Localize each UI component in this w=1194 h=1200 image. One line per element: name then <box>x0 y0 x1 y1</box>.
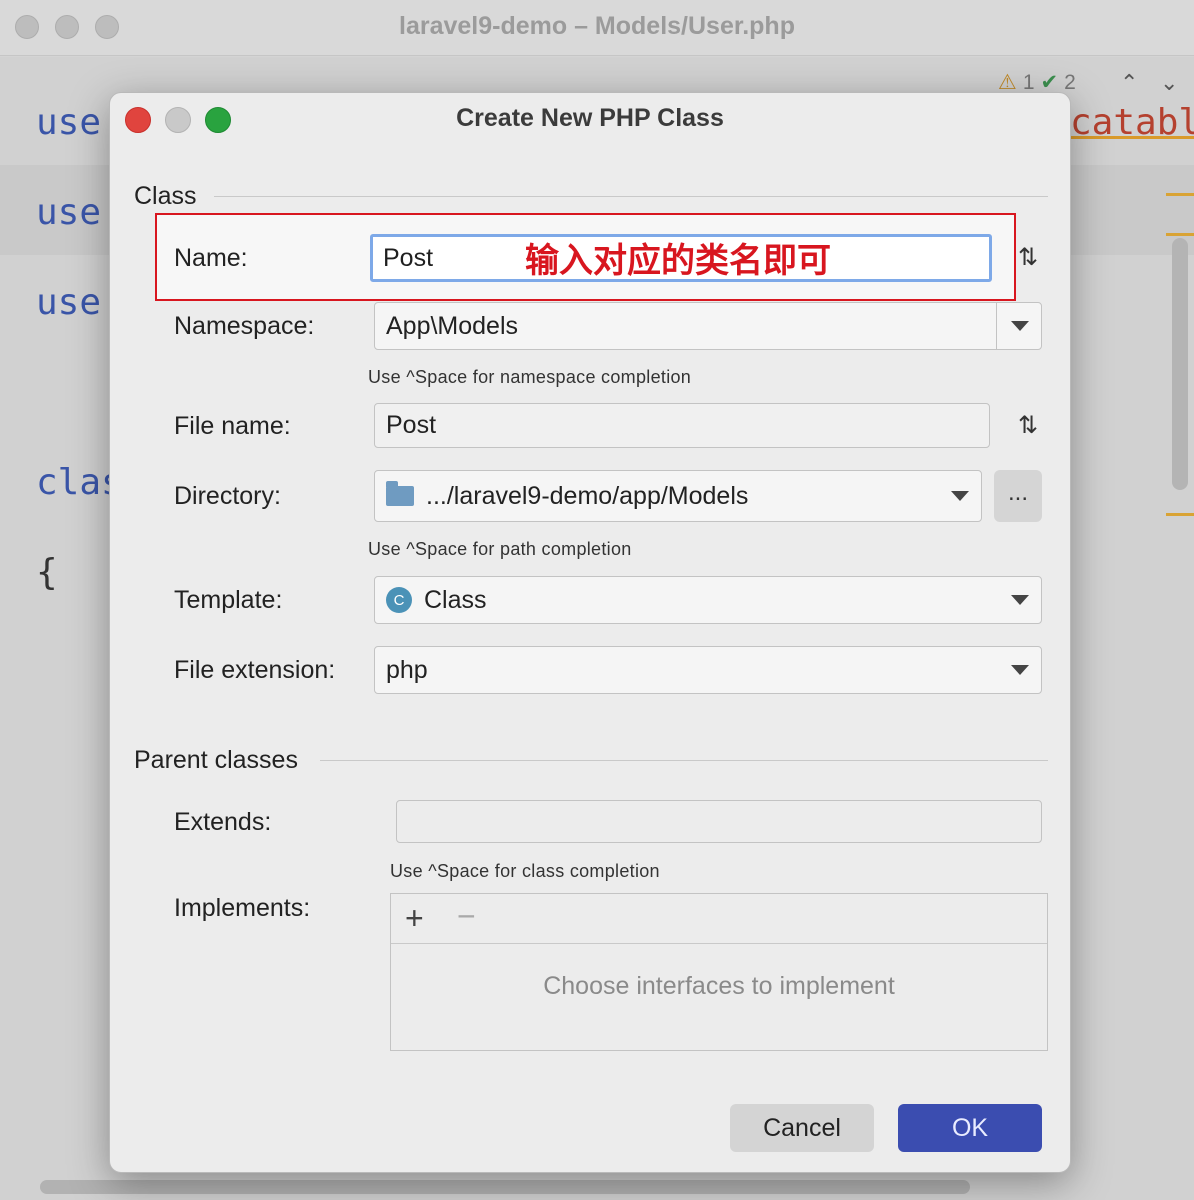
section-parent-heading: Parent classes <box>134 746 298 774</box>
extension-label: File extension: <box>174 656 336 684</box>
swap-case-icon[interactable]: ⇅ <box>1018 411 1038 440</box>
template-value: Class <box>424 585 487 614</box>
code-line: use <box>36 102 102 143</box>
implements-list[interactable]: + − Choose interfaces to implement <box>390 893 1048 1051</box>
namespace-label: Namespace: <box>174 312 315 340</box>
folder-icon <box>386 481 414 506</box>
extends-input[interactable] <box>396 800 1042 843</box>
add-icon[interactable]: + <box>405 900 424 937</box>
browse-directory-button[interactable]: ... <box>994 470 1042 522</box>
annotation-text: 输入对应的类名即可 <box>525 242 831 280</box>
chevron-up-icon[interactable]: ⌃ <box>1120 70 1138 96</box>
class-hint: Use ^Space for class completion <box>390 861 660 881</box>
warning-count: 1 <box>1022 70 1035 94</box>
section-class-heading: Class <box>134 182 197 210</box>
filename-value: Post <box>386 411 437 439</box>
class-icon: C <box>386 587 412 613</box>
chevron-down-icon[interactable] <box>1011 321 1029 331</box>
implements-label: Implements: <box>174 894 311 922</box>
code-line: use <box>36 192 102 233</box>
implements-empty-text: Choose interfaces to implement <box>543 972 895 1000</box>
chevron-down-icon[interactable] <box>1011 665 1029 675</box>
extension-select[interactable]: php <box>374 646 1042 694</box>
dialog-title: Create New PHP Class <box>456 104 724 132</box>
section-divider <box>214 196 1048 197</box>
ok-count: 2 <box>1064 70 1076 94</box>
chevron-down-icon[interactable] <box>1011 595 1029 605</box>
extension-value: php <box>386 655 428 684</box>
warning-stripe[interactable] <box>1166 513 1194 516</box>
filename-label: File name: <box>174 412 291 440</box>
directory-combo[interactable]: .../laravel9-demo/app/Models <box>374 470 982 522</box>
ide-titlebar: laravel9-demo – Models/User.php <box>0 0 1194 56</box>
vertical-scrollbar[interactable] <box>1172 238 1188 490</box>
implements-toolbar: + − <box>391 894 1047 944</box>
swap-case-icon[interactable]: ⇅ <box>1018 243 1038 272</box>
template-label: Template: <box>174 586 283 614</box>
extends-label: Extends: <box>174 808 272 836</box>
section-divider <box>320 760 1048 761</box>
namespace-combo[interactable]: App\Models <box>374 302 1042 350</box>
create-php-class-dialog: Create New PHP Class Class Name: Post 输入… <box>109 92 1071 1173</box>
code-line-tail: catabl <box>1070 102 1194 143</box>
horizontal-scrollbar[interactable] <box>40 1180 970 1194</box>
code-line: use <box>36 282 102 323</box>
name-label: Name: <box>174 244 248 272</box>
namespace-value: App\Models <box>386 311 519 340</box>
template-select[interactable]: C Class <box>374 576 1042 624</box>
filename-input[interactable]: Post <box>374 403 990 448</box>
namespace-hint: Use ^Space for namespace completion <box>368 367 692 387</box>
chevron-down-icon[interactable] <box>951 491 969 501</box>
warning-stripe[interactable] <box>1166 233 1194 236</box>
combo-divider <box>996 303 997 349</box>
cancel-button[interactable]: Cancel <box>730 1104 874 1152</box>
chevron-down-icon[interactable]: ⌄ <box>1160 70 1178 96</box>
remove-icon[interactable]: − <box>457 898 476 935</box>
directory-hint: Use ^Space for path completion <box>368 539 632 559</box>
ide-window-title: laravel9-demo – Models/User.php <box>399 12 795 40</box>
directory-value: .../laravel9-demo/app/Models <box>426 481 749 510</box>
ok-button[interactable]: OK <box>898 1104 1042 1152</box>
code-line: { <box>36 552 58 593</box>
warning-stripe[interactable] <box>1166 193 1194 196</box>
directory-label: Directory: <box>174 482 281 510</box>
